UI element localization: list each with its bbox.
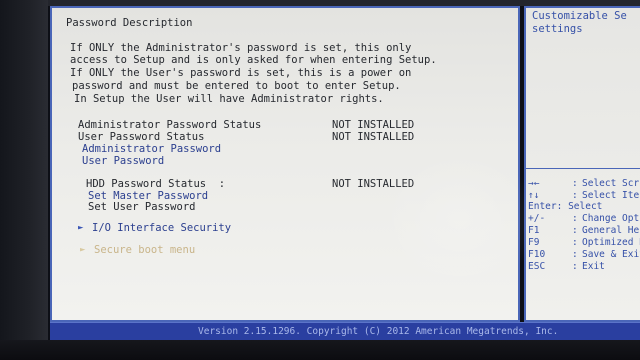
secure-boot-menu-item[interactable]: Secure boot menu	[94, 244, 195, 256]
bios-screen: Password Description If ONLY the Adminis…	[0, 0, 640, 360]
key-hint-row: ESC: Exit	[528, 261, 605, 272]
key-hint-desc: Select Ite	[582, 190, 640, 201]
key-hint-desc: Save & Exit	[582, 249, 640, 260]
key-hint-row: Enter: Select	[528, 201, 603, 212]
monitor-bezel-left	[0, 0, 48, 360]
key-hint-key: +/-	[528, 213, 546, 224]
version-bar: Version 2.15.1296. Copyright (C) 2012 Am…	[50, 322, 640, 341]
user-password-status-value: NOT INSTALLED	[332, 131, 415, 143]
key-hint-desc: Change Opt	[582, 213, 640, 224]
key-hint-key: F9	[528, 237, 540, 248]
key-hint-row: +/-: Change Opt	[528, 213, 640, 224]
monitor-bezel-bottom	[0, 340, 640, 360]
description-line: In Setup the User will have Administrato…	[74, 93, 384, 105]
main-settings-panel: Password Description If ONLY the Adminis…	[50, 6, 520, 322]
key-hint-key: F10	[528, 249, 546, 260]
key-hint-row: ↑↓: Select Ite	[528, 190, 640, 201]
help-description: settings	[532, 23, 583, 35]
admin-password-status-value: NOT INSTALLED	[332, 119, 415, 131]
help-divider	[526, 168, 640, 169]
key-hint-key: ↑↓	[528, 190, 540, 201]
hdd-password-status-label: HDD Password Status :	[86, 178, 226, 190]
submenu-arrow-icon: ►	[80, 245, 86, 255]
description-line: If ONLY the User's password is set, this…	[70, 67, 412, 79]
hdd-password-status-value: NOT INSTALLED	[332, 178, 415, 190]
key-hint-key: Enter	[528, 201, 557, 212]
user-password-item[interactable]: User Password	[82, 155, 164, 167]
key-hint-desc: Optimized D	[582, 237, 640, 248]
key-hint-key: →←	[528, 178, 540, 189]
key-hint-desc: General He	[582, 225, 640, 236]
administrator-password-item[interactable]: Administrator Password	[82, 143, 221, 155]
version-text: Version 2.15.1296. Copyright (C) 2012 Am…	[198, 326, 559, 337]
help-description: Customizable Se	[532, 10, 627, 22]
admin-password-status-label: Administrator Password Status	[78, 119, 262, 131]
key-hint-desc: Select Scr	[582, 178, 640, 189]
key-hint-row: F10: Save & Exit	[528, 249, 640, 260]
key-hint-key: F1	[528, 225, 540, 236]
set-user-password-item[interactable]: Set User Password	[88, 201, 195, 213]
key-hint-key: ESC	[528, 261, 546, 272]
key-hint-row: →←: Select Scr	[528, 178, 640, 189]
section-title: Password Description	[66, 17, 193, 29]
help-panel: Customizable Se settings →←: Select Scr ↑…	[524, 6, 640, 322]
description-line: password and must be entered to boot to …	[72, 80, 401, 92]
key-hint-desc: Select	[568, 201, 603, 212]
key-hint-row: F9: Optimized D	[528, 237, 640, 248]
submenu-arrow-icon: ►	[78, 223, 84, 233]
user-password-status-label: User Password Status	[78, 131, 205, 143]
key-hint-desc: Exit	[582, 261, 605, 272]
key-hint-row: F1: General He	[528, 225, 640, 236]
io-interface-security-item[interactable]: I/O Interface Security	[92, 222, 231, 234]
description-line: If ONLY the Administrator's password is …	[70, 42, 412, 54]
description-line: access to Setup and is only asked for wh…	[70, 54, 437, 66]
